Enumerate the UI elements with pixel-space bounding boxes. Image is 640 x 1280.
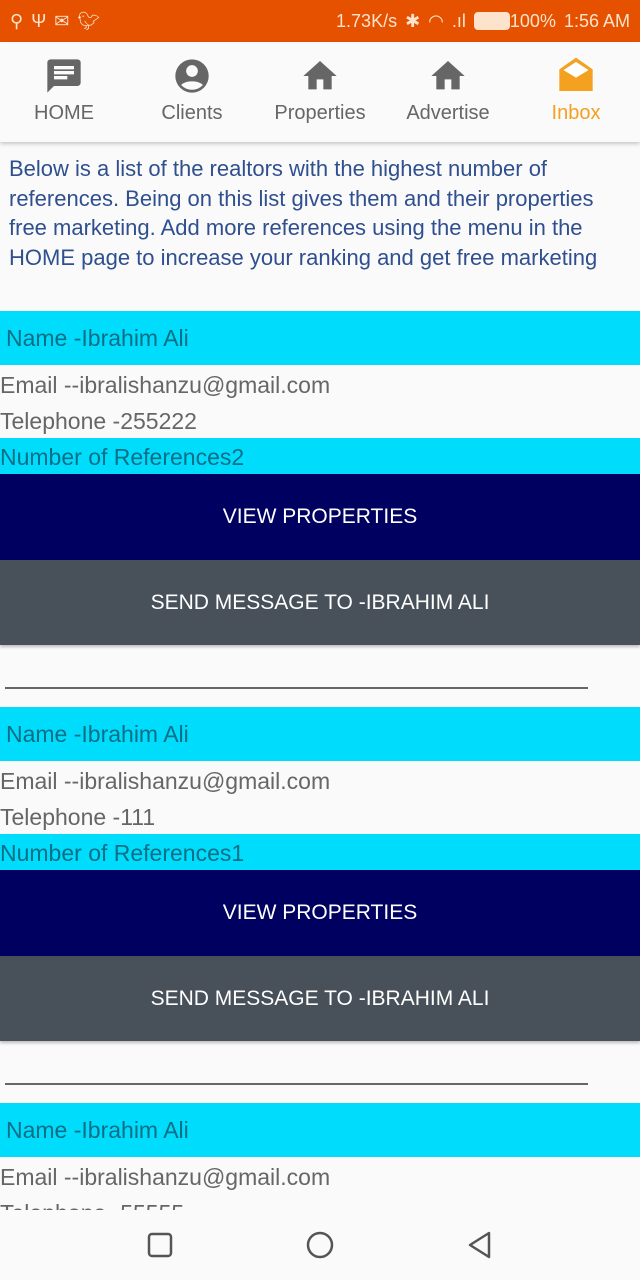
mail-icon: ✉ (54, 10, 70, 31)
battery-icon (473, 12, 510, 30)
tab-label: HOME (34, 102, 94, 124)
reference-count: Number of References1 (0, 834, 640, 870)
usb-icon: Ψ (31, 10, 47, 31)
tab-label: Properties (274, 102, 366, 124)
twitter-icon: 🐦︎ (77, 10, 101, 31)
realtor-card: Name -Ibrahim Ali Email --ibralishanzu@g… (0, 707, 640, 1103)
reference-count: Number of References2 (0, 438, 640, 474)
signal-icon: .ıl (451, 10, 466, 31)
realtor-telephone: Telephone -255222 (0, 408, 197, 434)
back-icon[interactable] (465, 1230, 495, 1260)
realtor-email: Email --ibralishanzu@gmail.com (0, 372, 331, 398)
realtor-name: Name -Ibrahim Ali (0, 1103, 640, 1157)
battery-level: 100% (509, 10, 556, 31)
realtor-name: Name -Ibrahim Ali (0, 707, 640, 761)
divider (5, 687, 588, 689)
divider (5, 1083, 588, 1085)
clock: 1:56 AM (563, 10, 630, 31)
realtor-email: Email --ibralishanzu@gmail.com (0, 768, 331, 794)
wifi-icon: ◠ (428, 10, 444, 31)
account-icon (175, 59, 209, 93)
realtor-card: Name -Ibrahim Ali Email --ibralishanzu@g… (0, 311, 640, 707)
tab-label: Clients (161, 102, 223, 124)
mail-open-icon (559, 57, 593, 91)
status-bar: ⚲ Ψ ✉ 🐦︎ 1.73K/s ✱ ◠ .ıl 100% 1:56 AM (0, 0, 640, 42)
tab-clients[interactable]: Clients (128, 42, 256, 142)
tab-home[interactable]: HOME (0, 42, 128, 142)
realtor-list[interactable]: Below is a list of the realtors with the… (0, 142, 640, 1230)
recents-icon[interactable] (145, 1230, 175, 1260)
top-nav: HOME Clients Properties Advertise Inbox (0, 42, 640, 142)
home-icon (431, 61, 465, 90)
tab-inbox[interactable]: Inbox (512, 42, 640, 142)
tab-label: Inbox (551, 102, 601, 124)
realtor-email: Email --ibralishanzu@gmail.com (0, 1164, 331, 1190)
view-properties-button[interactable]: VIEW PROPERTIES (0, 870, 640, 956)
home-icon (303, 61, 337, 90)
send-message-button[interactable]: SEND MESSAGE TO -IBRAHIM ALI (0, 956, 640, 1041)
usb-icon: ⚲ (10, 10, 24, 31)
bluetooth-icon: ✱ (405, 10, 421, 31)
tab-properties[interactable]: Properties (256, 42, 384, 142)
intro-text: Below is a list of the realtors with the… (9, 156, 598, 270)
home-circle-icon[interactable] (305, 1230, 335, 1260)
view-properties-button[interactable]: VIEW PROPERTIES (0, 474, 640, 560)
realtor-name: Name -Ibrahim Ali (0, 311, 640, 365)
realtor-telephone: Telephone -111 (0, 804, 156, 830)
tab-label: Advertise (406, 102, 490, 124)
message-icon (47, 59, 81, 93)
system-nav-bar (0, 1210, 640, 1280)
network-speed: 1.73K/s (336, 10, 398, 31)
send-message-button[interactable]: SEND MESSAGE TO -IBRAHIM ALI (0, 560, 640, 645)
tab-advertise[interactable]: Advertise (384, 42, 512, 142)
